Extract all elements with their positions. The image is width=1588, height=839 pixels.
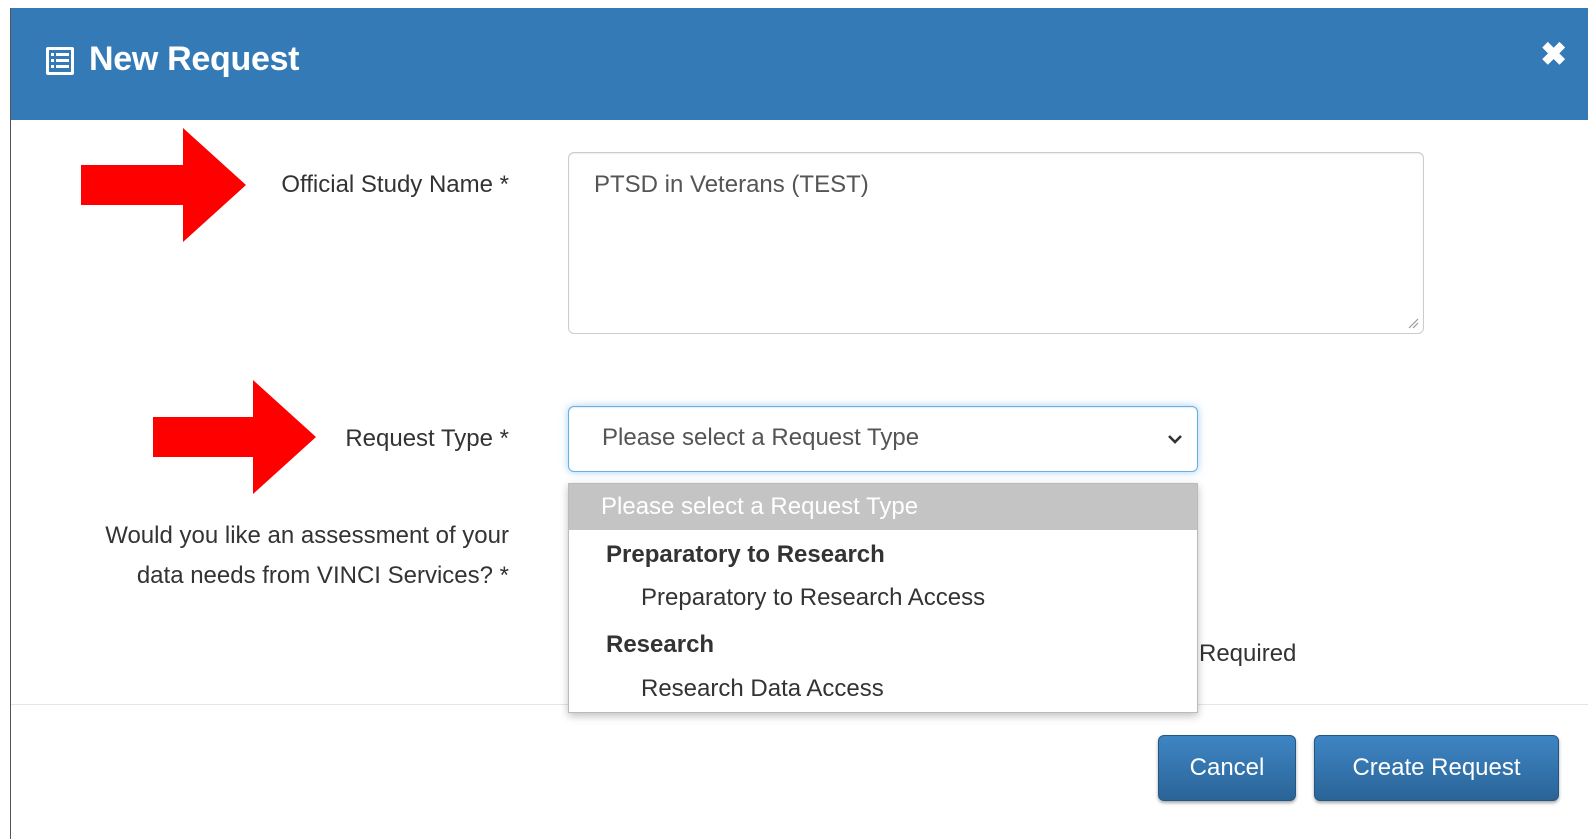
dropdown-group-label: Research xyxy=(606,631,715,658)
request-type-label: Request Type * xyxy=(345,425,509,452)
assessment-label-line1: Would you like an assessment of your xyxy=(105,522,509,549)
study-name-textarea[interactable]: PTSD in Veterans (TEST) xyxy=(568,152,1424,334)
request-type-selected: Please select a Request Type xyxy=(602,424,920,451)
resize-handle-icon[interactable] xyxy=(1407,317,1419,329)
cancel-button[interactable]: Cancel xyxy=(1158,735,1296,801)
dropdown-option[interactable]: Preparatory to Research Access xyxy=(569,575,1197,621)
new-request-modal: New Request ✖ Official Study Name * PTSD… xyxy=(10,8,1588,839)
list-alt-icon xyxy=(46,47,74,75)
dropdown-group-label: Preparatory to Research xyxy=(606,541,885,568)
create-request-button[interactable]: Create Request xyxy=(1314,735,1559,801)
study-name-value: PTSD in Veterans (TEST) xyxy=(594,171,869,198)
modal-header: New Request ✖ xyxy=(11,8,1588,120)
required-partial-text: Required xyxy=(1199,640,1297,667)
modal-title: New Request xyxy=(89,40,300,78)
request-type-select[interactable]: Please select a Request Type xyxy=(568,406,1198,472)
assessment-label-line2: data needs from VINCI Services? * xyxy=(136,562,509,589)
study-name-label: Official Study Name * xyxy=(281,171,509,198)
chevron-down-icon xyxy=(1168,435,1182,444)
request-type-dropdown: Please select a Request Type Preparatory… xyxy=(568,483,1198,713)
dropdown-option-placeholder[interactable]: Please select a Request Type xyxy=(569,484,1197,530)
dropdown-option[interactable]: Research Data Access xyxy=(569,666,1197,712)
close-icon[interactable]: ✖ xyxy=(1540,38,1567,70)
